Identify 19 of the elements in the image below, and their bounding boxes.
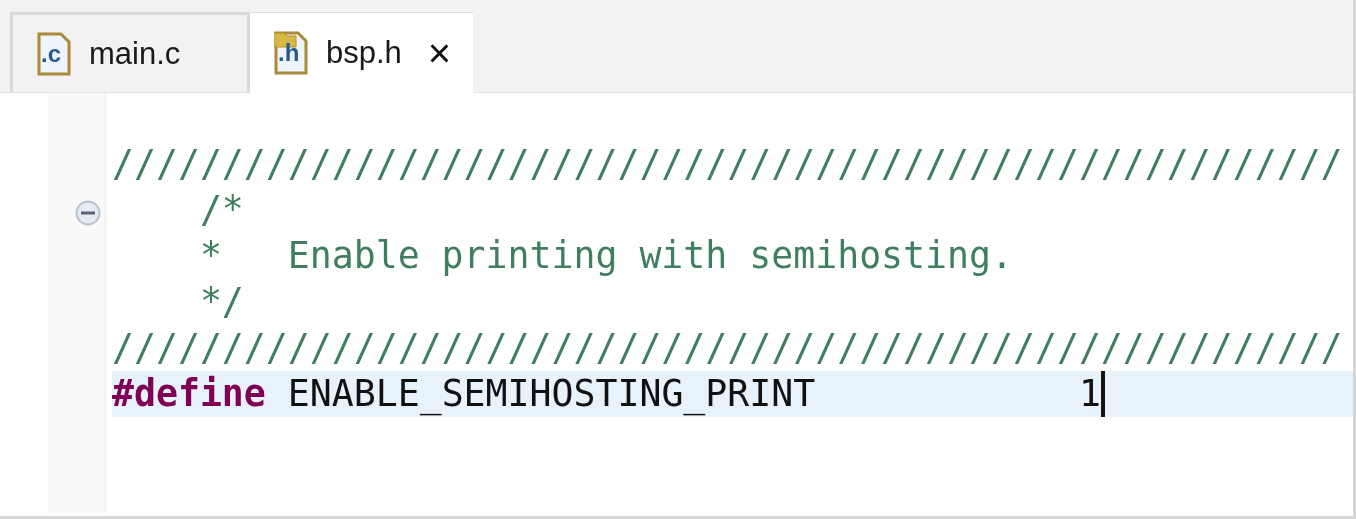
file-type-label: .h (278, 41, 300, 65)
code-text: ENABLE_SEMIHOSTING_PRINT (286, 371, 817, 417)
code-text: //////////////////////////////////////////////////////// (112, 141, 1343, 187)
tab-label: main.c (89, 35, 181, 72)
file-type-label: .c (41, 41, 61, 66)
editor-tab[interactable]: .h bsp.h × (250, 12, 474, 93)
code-text: */ (198, 279, 244, 325)
tab-label: bsp.h (326, 35, 402, 71)
close-icon[interactable]: × (427, 33, 452, 73)
fold-icon[interactable] (75, 200, 101, 226)
code-text: * Enable printing with semihosting. (198, 233, 1013, 279)
file-icon (37, 31, 71, 76)
code-text: 1 (1078, 371, 1101, 417)
file-icon (274, 31, 308, 75)
code-text: //////////////////////////////////////////////////////// (112, 325, 1343, 371)
code-text: /* (198, 187, 244, 233)
editor-tab[interactable]: .c main.c (10, 12, 250, 92)
code-text: #define (112, 371, 266, 417)
text-cursor (1100, 371, 1105, 417)
